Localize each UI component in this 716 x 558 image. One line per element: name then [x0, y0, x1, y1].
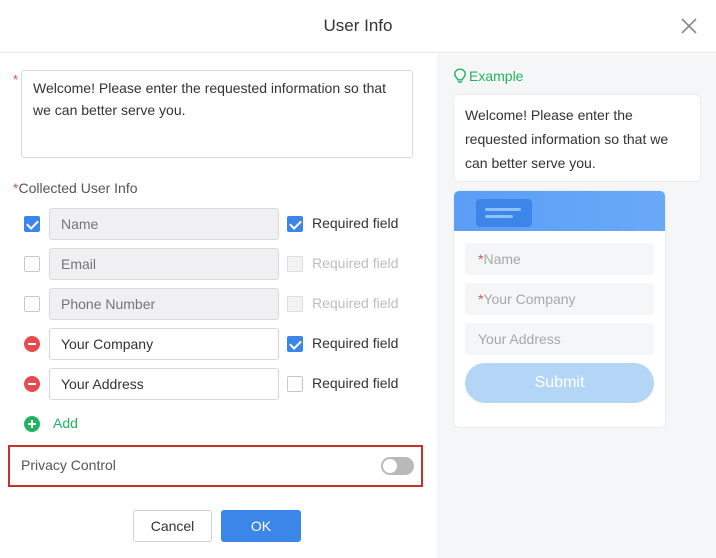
required-field-label: Required field: [312, 215, 399, 231]
privacy-control-toggle[interactable]: [381, 457, 414, 475]
collected-field-row: Required field: [0, 288, 437, 320]
required-field-label: Required field: [312, 375, 399, 391]
include-field-checkbox[interactable]: [24, 216, 40, 232]
example-label: Example: [469, 68, 524, 84]
example-submit-button: Submit: [465, 363, 654, 403]
example-form-field: *Your Company: [465, 283, 654, 315]
dialog-title: User Info: [323, 16, 393, 35]
collected-info-label: *Collected User Info: [13, 180, 138, 196]
example-field-label: Your Address: [478, 331, 561, 347]
example-form-field: *Name: [465, 243, 654, 275]
privacy-control-row: Privacy Control: [8, 445, 423, 487]
example-message-bubble: Welcome! Please enter the requested info…: [453, 94, 701, 182]
chat-bubble-icon: [476, 199, 532, 227]
collected-field-row: Required field: [0, 368, 437, 400]
lightbulb-icon: [454, 68, 466, 83]
required-field-checkbox[interactable]: [287, 216, 303, 232]
required-field-checkbox[interactable]: [287, 256, 303, 272]
collected-field-row: Required field: [0, 208, 437, 240]
required-field-checkbox[interactable]: [287, 336, 303, 352]
include-field-checkbox[interactable]: [24, 256, 40, 272]
cancel-button[interactable]: Cancel: [133, 510, 212, 542]
field-name-input[interactable]: [49, 208, 279, 240]
field-name-input[interactable]: [49, 368, 279, 400]
user-info-dialog: User Info * *Collected User Info Require…: [0, 0, 716, 558]
privacy-control-label: Privacy Control: [21, 457, 116, 473]
settings-panel: * *Collected User Info Required field Req…: [0, 54, 437, 558]
dialog-header: User Info: [0, 0, 716, 53]
example-form-field: Your Address: [465, 323, 654, 355]
example-form-card: *Name *Your Company Your Address Submit: [453, 190, 666, 428]
collected-field-row: Required field: [0, 328, 437, 360]
welcome-message-input[interactable]: [21, 70, 413, 158]
required-asterisk: *: [13, 72, 19, 87]
example-field-label: Your Company: [483, 291, 576, 307]
close-icon[interactable]: [679, 16, 699, 36]
add-label: Add: [53, 415, 78, 431]
required-field-checkbox[interactable]: [287, 296, 303, 312]
required-field-label: Required field: [312, 295, 399, 311]
toggle-knob: [383, 459, 397, 473]
add-icon: [24, 416, 40, 432]
example-field-label: Name: [483, 251, 521, 267]
field-name-input[interactable]: [49, 288, 279, 320]
required-field-checkbox[interactable]: [287, 376, 303, 392]
remove-field-icon[interactable]: [24, 336, 40, 352]
example-preview-panel: Example Welcome! Please enter the reques…: [437, 54, 716, 558]
collected-field-row: Required field: [0, 248, 437, 280]
include-field-checkbox[interactable]: [24, 296, 40, 312]
form-banner: [454, 191, 665, 231]
field-name-input[interactable]: [49, 328, 279, 360]
ok-button[interactable]: OK: [221, 510, 301, 542]
field-name-input[interactable]: [49, 248, 279, 280]
required-field-label: Required field: [312, 255, 399, 271]
remove-field-icon[interactable]: [24, 376, 40, 392]
required-field-label: Required field: [312, 335, 399, 351]
